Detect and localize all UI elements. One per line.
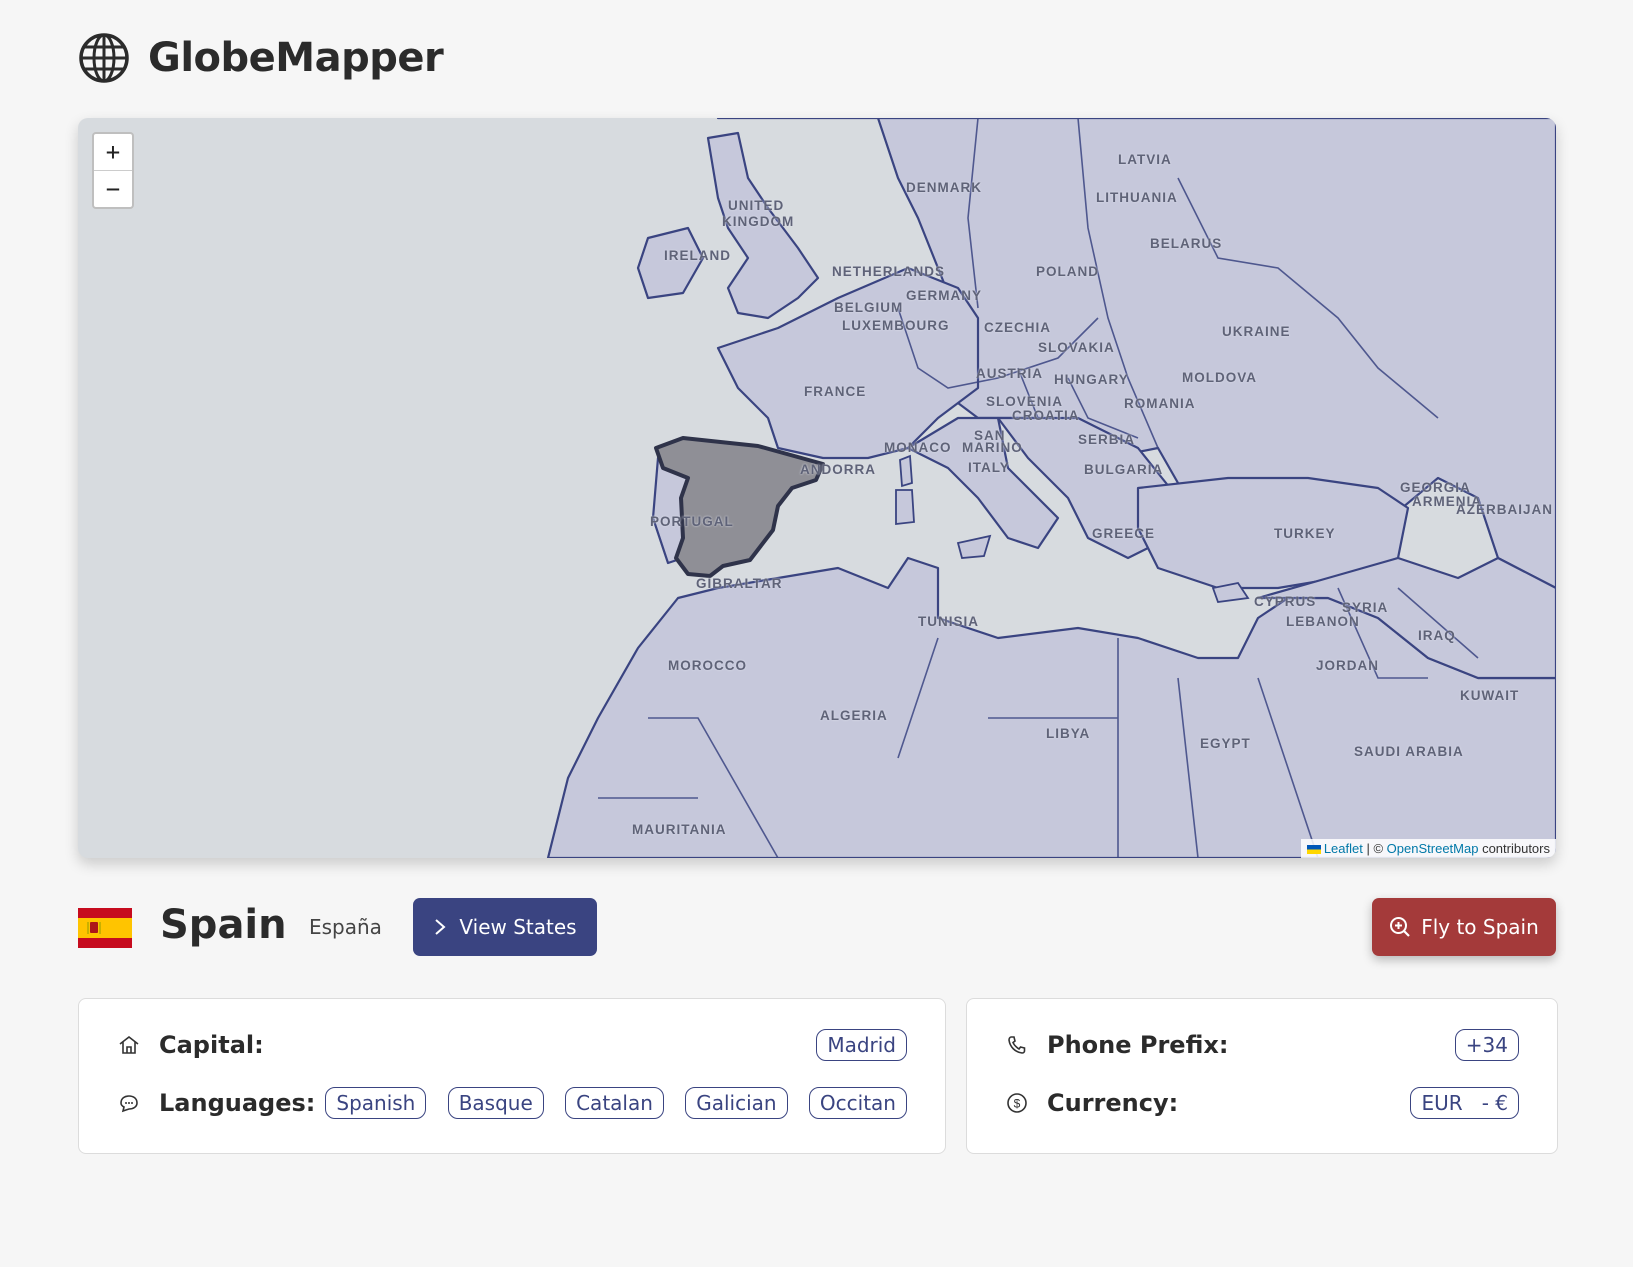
language-tag: Spanish [325, 1087, 427, 1119]
languages-label: Languages: [159, 1089, 316, 1117]
capital-label: Capital: [159, 1031, 264, 1059]
map-label: Georgia [1400, 480, 1471, 495]
country-name: Spain [160, 902, 287, 948]
map-label: Netherlands [832, 264, 946, 279]
phone-value: +34 [1454, 1029, 1519, 1061]
map-label: Croatia [1012, 408, 1080, 423]
fly-to-country-label: Fly to Spain [1421, 915, 1539, 939]
ukraine-flag-icon [1306, 845, 1321, 855]
dollar-circle-icon: $ [1007, 1093, 1027, 1113]
attribution-separator: | © [1362, 841, 1387, 856]
map-canvas[interactable] [78, 118, 1556, 858]
map-label: Italy [968, 460, 1010, 475]
phone-label: Phone Prefix: [1047, 1031, 1229, 1059]
map-label: Andorra [800, 462, 876, 477]
map-label: Iraq [1418, 628, 1456, 643]
country-native-name: España [309, 915, 382, 939]
map-label: United [728, 198, 785, 213]
app-header: GlobeMapper [78, 32, 444, 84]
map-label: Czechia [984, 320, 1051, 335]
currency-label: Currency: [1047, 1089, 1179, 1117]
map-label: Portugal [650, 514, 734, 529]
svg-text:$: $ [1014, 1097, 1021, 1111]
map-label: Turkey [1274, 526, 1336, 541]
spain-flag-icon [78, 908, 132, 948]
map-container[interactable]: Latvia Lithuania Denmark United Kingdom … [78, 118, 1556, 858]
map-label: Gibraltar [696, 576, 783, 591]
view-states-label: View States [459, 915, 577, 939]
currency-value: EUR - € [1410, 1087, 1519, 1119]
country-extra-card: Phone Prefix: +34 $ Currency: EUR - € [966, 998, 1558, 1154]
app-title: GlobeMapper [148, 35, 444, 81]
map-label: Marino [962, 440, 1023, 455]
map-attribution: Leaflet | © OpenStreetMap contributors [1300, 839, 1556, 858]
chevron-right-icon [435, 919, 446, 935]
map-label: Belgium [834, 300, 904, 315]
map-label: Algeria [820, 708, 888, 723]
chat-icon [120, 1095, 138, 1113]
map-label: Slovakia [1038, 340, 1115, 355]
spain-highlight [654, 436, 825, 578]
map-label: Germany [906, 288, 983, 303]
leaflet-link[interactable]: Leaflet [1324, 841, 1363, 856]
capital-value: Madrid [816, 1029, 907, 1061]
phone-row: Phone Prefix: +34 [1005, 1025, 1519, 1065]
map-label: Saudi Arabia [1354, 744, 1464, 759]
map-label: Jordan [1316, 658, 1380, 673]
map-label: Azerbaijan [1456, 502, 1554, 517]
map-label: Lithuania [1096, 190, 1178, 205]
zoom-in-icon [1390, 917, 1410, 937]
map-label: Monaco [884, 440, 952, 455]
map-label: Belarus [1150, 236, 1223, 251]
map-label: Latvia [1118, 152, 1172, 167]
map-label: Lebanon [1286, 614, 1360, 629]
currency-row: $ Currency: EUR - € [1005, 1083, 1519, 1123]
map-label: Morocco [668, 658, 747, 673]
language-tag: Basque [447, 1087, 544, 1119]
map-label: Tunisia [918, 614, 979, 629]
map-label: Syria [1342, 600, 1389, 615]
attribution-suffix: contributors [1478, 841, 1550, 856]
map-label: Romania [1124, 396, 1196, 411]
map-label: Libya [1046, 726, 1091, 741]
map-label: Hungary [1054, 372, 1129, 387]
map-label: Denmark [906, 180, 982, 195]
map-label: Kuwait [1460, 688, 1520, 703]
map-label: Greece [1092, 526, 1156, 541]
map-label: Egypt [1200, 736, 1251, 751]
osm-link[interactable]: OpenStreetMap [1387, 841, 1479, 856]
language-tag: Galician [685, 1087, 788, 1119]
map-label: France [804, 384, 867, 399]
zoom-out-button[interactable]: − [94, 171, 132, 207]
country-info-card: Capital: Madrid Languages: Spanish Basqu… [78, 998, 946, 1154]
map-label: Austria [976, 366, 1043, 381]
map-label: Serbia [1078, 432, 1136, 447]
map-label: Ireland [664, 248, 731, 263]
map-label: Ukraine [1222, 324, 1291, 339]
map-label: Moldova [1182, 370, 1257, 385]
zoom-control: + − [92, 132, 134, 209]
phone-icon [1008, 1036, 1026, 1054]
map-label: Bulgaria [1084, 462, 1164, 477]
globe-icon [79, 33, 129, 83]
map-label: Cyprus [1254, 594, 1317, 609]
map-label: Luxembourg [842, 318, 950, 333]
fly-to-country-button[interactable]: Fly to Spain [1372, 898, 1556, 956]
capital-row: Capital: Madrid [117, 1025, 907, 1065]
map-label: Poland [1036, 264, 1099, 279]
language-tag: Catalan [565, 1087, 664, 1119]
home-icon [119, 1035, 139, 1054]
languages-row: Languages: Spanish Basque Catalan Galici… [117, 1083, 907, 1123]
language-tag: Occitan [808, 1087, 907, 1119]
map-label: Kingdom [722, 214, 795, 229]
map-label: Mauritania [632, 822, 727, 837]
country-header: Spain España View States Fly to Spain [78, 898, 1556, 958]
view-states-button[interactable]: View States [413, 898, 597, 956]
zoom-in-button[interactable]: + [94, 134, 132, 171]
map-label: Slovenia [986, 394, 1064, 409]
